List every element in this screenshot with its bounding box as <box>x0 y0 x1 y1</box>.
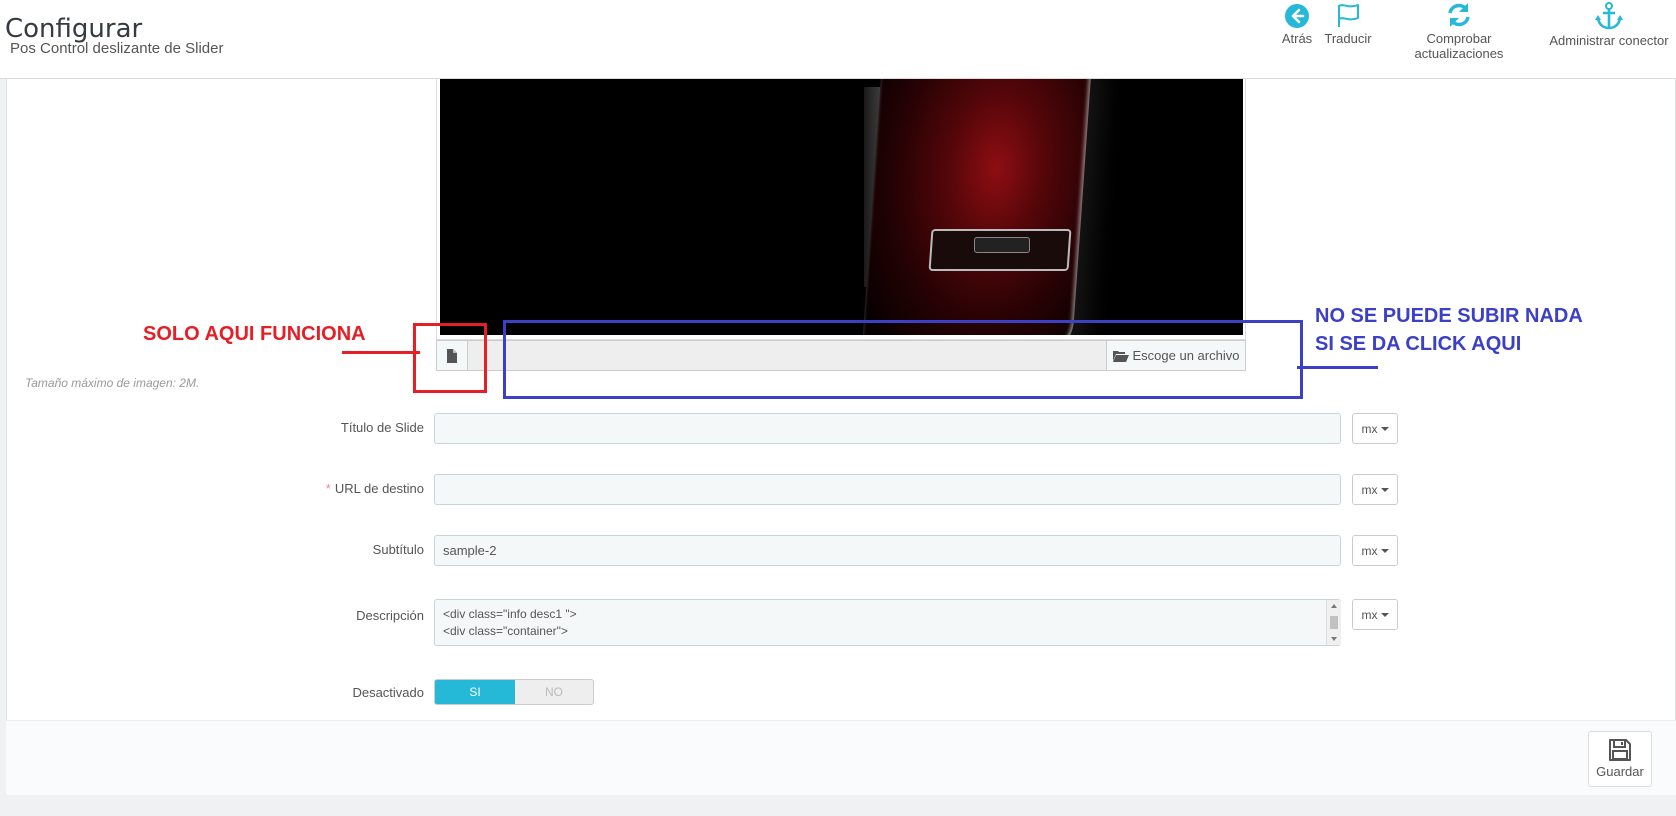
subtitle-label: Subtítulo <box>372 542 424 557</box>
switch-no-option[interactable]: NO <box>515 680 593 704</box>
url-label: * URL de destino <box>224 481 424 496</box>
title-input[interactable] <box>434 413 1341 444</box>
description-label: Descripción <box>356 608 424 623</box>
description-lang-label: mx <box>1361 607 1378 622</box>
caret-down-icon <box>1380 612 1389 617</box>
product-body-shape <box>861 79 1093 335</box>
description-textarea[interactable]: <div class="info desc1 "> <div class="co… <box>434 599 1341 646</box>
scrollbar-arrows-icon <box>1330 604 1338 641</box>
caret-down-icon <box>1380 487 1389 492</box>
url-lang-label: mx <box>1361 482 1378 497</box>
annotation-red-line <box>342 351 420 354</box>
url-input[interactable] <box>434 474 1341 505</box>
slide-image-preview <box>440 79 1243 335</box>
annotation-red-box <box>413 323 487 393</box>
title-label: Título de Slide <box>340 420 424 435</box>
caret-down-icon <box>1380 548 1389 553</box>
title-lang-dropdown[interactable]: mx <box>1352 413 1398 444</box>
save-icon <box>1609 739 1631 761</box>
description-line: <div class="info desc1 "> <box>443 607 577 621</box>
manage-hook-button[interactable]: Administrar conector <box>1546 2 1672 48</box>
image-size-help: Tamaño máximo de imagen: 2M. <box>25 376 200 390</box>
description-scrollbar[interactable] <box>1326 600 1341 645</box>
subtitle-lang-label: mx <box>1361 543 1378 558</box>
annotation-blue-text: NO SE PUEDE SUBIR NADA SI SE DA CLICK AQ… <box>1315 302 1583 358</box>
required-mark: * <box>325 481 331 496</box>
back-arrow-icon <box>1285 4 1309 28</box>
caret-down-icon <box>1380 426 1389 431</box>
annotation-blue-line2: SI SE DA CLICK AQUI <box>1315 333 1522 355</box>
annotation-blue-line1: NO SE PUEDE SUBIR NADA <box>1315 305 1583 327</box>
product-display-shape <box>974 237 1030 253</box>
panel-footer <box>6 720 1676 795</box>
annotation-blue-box <box>503 320 1303 399</box>
description-line: <div class="container"> <box>443 624 568 638</box>
page-subtitle: Pos Control deslizante de Slider <box>10 40 224 57</box>
back-button-label: Atrás <box>1281 31 1313 46</box>
refresh-icon <box>1448 3 1470 27</box>
url-label-text: URL de destino <box>334 481 424 496</box>
switch-yes-option[interactable]: SI <box>435 680 515 704</box>
disabled-switch[interactable]: SI NO <box>434 679 594 705</box>
check-updates-label: Comprobar actualizaciones <box>1414 31 1504 61</box>
subtitle-input[interactable] <box>434 535 1341 566</box>
anchor-icon <box>1595 2 1623 30</box>
flag-icon <box>1338 4 1359 27</box>
title-lang-label: mx <box>1361 421 1378 436</box>
save-label: Guardar <box>1596 764 1644 779</box>
annotation-red-text: SOLO AQUI FUNCIONA <box>143 323 366 345</box>
check-updates-button[interactable]: Comprobar actualizaciones <box>1384 2 1534 61</box>
annotation-blue-line <box>1297 366 1378 369</box>
disabled-label: Desactivado <box>352 685 424 700</box>
translate-button[interactable]: Traducir <box>1320 2 1376 46</box>
subtitle-lang-dropdown[interactable]: mx <box>1352 535 1398 566</box>
translate-button-label: Traducir <box>1324 31 1372 46</box>
back-button[interactable]: Atrás <box>1277 2 1317 46</box>
save-button[interactable]: Guardar <box>1588 731 1652 787</box>
url-lang-dropdown[interactable]: mx <box>1352 474 1398 505</box>
description-lang-dropdown[interactable]: mx <box>1352 599 1398 630</box>
page-header: Configurar Pos Control deslizante de Sli… <box>0 0 1676 79</box>
manage-hook-label: Administrar conector <box>1549 33 1669 48</box>
